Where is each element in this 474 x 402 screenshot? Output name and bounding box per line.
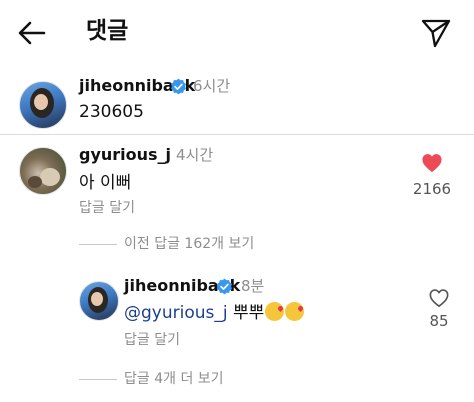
heart-filled-icon[interactable]: [421, 153, 443, 173]
avatar[interactable]: [79, 281, 119, 321]
post-caption: 230605: [79, 102, 144, 122]
comment-text: 아 이뻐: [79, 173, 132, 193]
reply-button[interactable]: 답글 달기: [124, 331, 180, 349]
heart-outline-icon[interactable]: [428, 288, 450, 308]
verified-badge-icon: [171, 78, 186, 95]
face-blowing-kiss-icon: [265, 302, 285, 321]
reply-time: 8분: [241, 277, 265, 295]
thread-line: [79, 379, 117, 380]
arrow-left-icon[interactable]: [16, 18, 48, 48]
reply-like-count: 85: [429, 312, 449, 330]
verified-badge-icon: [217, 278, 232, 295]
avatar[interactable]: [19, 81, 67, 129]
mention-link[interactable]: @gyurious_j: [124, 303, 228, 323]
reply-button[interactable]: 답글 달기: [79, 199, 135, 217]
view-previous-replies[interactable]: 이전 답글 162개 보기: [124, 235, 254, 253]
send-paper-plane-icon[interactable]: [420, 17, 452, 49]
divider: [0, 134, 474, 135]
view-more-replies[interactable]: 답글 4개 더 보기: [124, 370, 224, 388]
face-blowing-kiss-icon: [285, 302, 305, 321]
page-title: 댓글: [86, 18, 129, 44]
avatar[interactable]: [19, 147, 67, 195]
thread-line: [79, 244, 117, 245]
comment-username[interactable]: gyurious_j: [79, 145, 171, 165]
top-bar: 댓글: [0, 0, 474, 64]
post-time: 6시간: [193, 77, 231, 95]
reply-text: @gyurious_j 뿌뿌: [124, 302, 305, 324]
like-count: 2166: [412, 180, 452, 198]
reply-text-body: 뿌뿌: [233, 303, 265, 323]
comment-time: 4시간: [176, 146, 214, 164]
